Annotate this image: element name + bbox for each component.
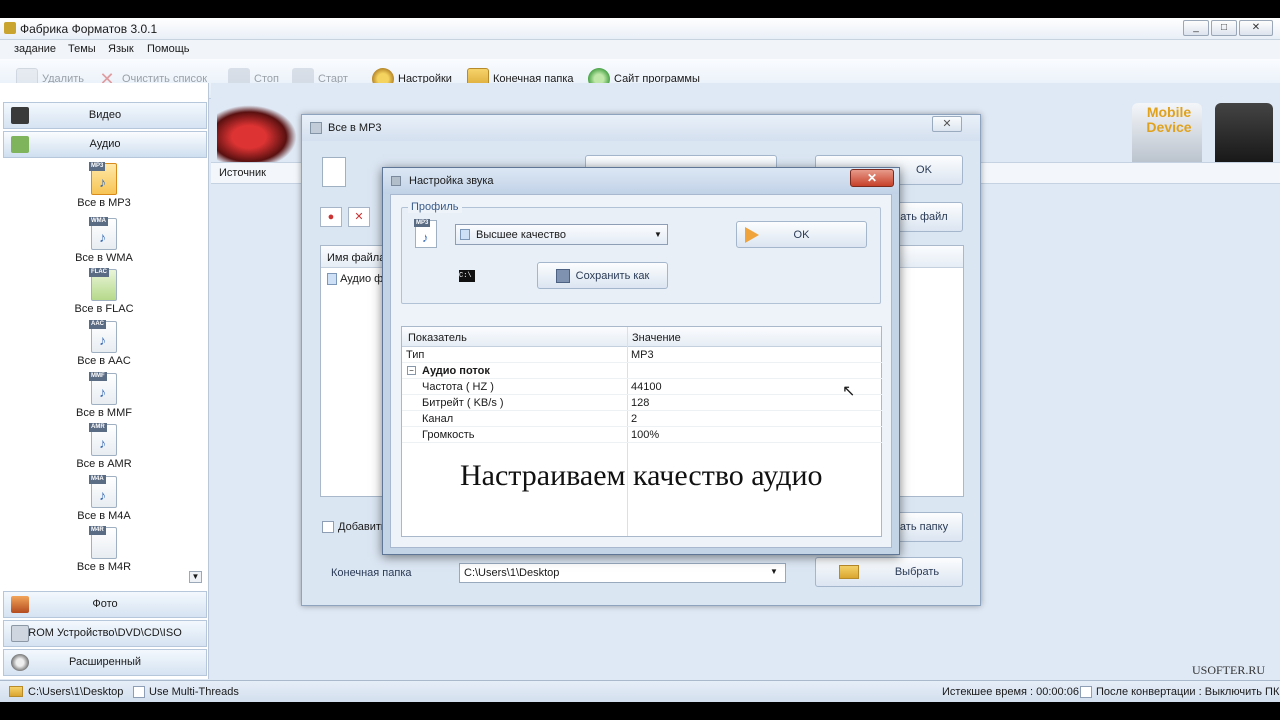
format-mp3[interactable]: MP3 ♪ Все в MP3 bbox=[62, 162, 146, 209]
gear-advanced-icon bbox=[11, 654, 29, 671]
category-advanced[interactable]: Расширенный bbox=[3, 649, 207, 676]
collapse-icon[interactable]: − bbox=[407, 366, 416, 375]
video-caption: Настраиваем качество аудио bbox=[460, 459, 823, 492]
menu-language[interactable]: Язык bbox=[108, 43, 134, 55]
format-mmf[interactable]: MMF ♪ Все в MMF bbox=[62, 372, 146, 419]
mobile-device-label: Mobile Device bbox=[1146, 104, 1192, 135]
browse-button[interactable]: Выбрать bbox=[815, 557, 963, 587]
format-wma[interactable]: WMA ♪ Все в WMA bbox=[62, 217, 146, 264]
letterbox-bottom bbox=[0, 702, 1280, 720]
menu-themes[interactable]: Темы bbox=[68, 43, 96, 55]
save-icon bbox=[555, 268, 570, 283]
property-row-volume[interactable]: Громкость 100% bbox=[402, 427, 882, 443]
profile-label: Профиль bbox=[408, 201, 462, 213]
m4r-file-icon: M4R bbox=[89, 526, 117, 559]
category-rom[interactable]: ROM Устройство\DVD\CD\ISO bbox=[3, 620, 207, 647]
mp3-profile-icon: MP3 ♪ bbox=[414, 219, 437, 248]
format-amr[interactable]: AMR ♪ Все в AMR bbox=[62, 423, 146, 470]
format-m4r[interactable]: M4R Все в M4R bbox=[62, 526, 146, 573]
sound-ok-button[interactable]: OK bbox=[736, 221, 867, 248]
format-flac[interactable]: FLAC Все в FLAC bbox=[62, 268, 146, 315]
property-grid-header: Показатель Значение bbox=[402, 327, 881, 347]
profile-file-icon bbox=[460, 229, 470, 240]
category-video[interactable]: Видео bbox=[3, 102, 207, 129]
property-group-audio-stream[interactable]: − Аудио поток bbox=[402, 363, 882, 379]
output-folder-select[interactable]: C:\Users\1\Desktop ▼ bbox=[459, 563, 786, 583]
chevron-down-icon: ▼ bbox=[770, 567, 778, 576]
amr-file-icon: AMR ♪ bbox=[89, 423, 117, 456]
maximize-button[interactable]: □ bbox=[1211, 20, 1237, 36]
status-bar: C:\Users\1\Desktop Use Multi-Threads Ист… bbox=[0, 680, 1280, 702]
menu-help[interactable]: Помощь bbox=[147, 43, 190, 55]
property-grid: Показатель Значение Тип MP3 − Аудио пото… bbox=[401, 326, 882, 537]
photo-icon bbox=[11, 596, 29, 613]
multithreads-label: Use Multi-Threads bbox=[149, 686, 239, 698]
clear-files-icon[interactable]: ✕ bbox=[348, 207, 370, 227]
chevron-down-icon: ▼ bbox=[654, 230, 662, 239]
app-icon bbox=[4, 22, 16, 34]
save-as-button[interactable]: Сохранить как bbox=[537, 262, 668, 289]
file-row[interactable]: Аудио ф bbox=[327, 273, 383, 286]
multithreads-checkbox[interactable] bbox=[133, 686, 145, 698]
sound-dialog-icon bbox=[391, 176, 401, 186]
elapsed-time: Истекшее время : 00:00:06 bbox=[942, 686, 1079, 698]
mp3-file-icon: MP3 ♪ bbox=[89, 162, 117, 195]
flac-file-icon: FLAC bbox=[89, 268, 117, 301]
format-m4a[interactable]: M4A ♪ Все в M4A bbox=[62, 475, 146, 522]
close-button[interactable]: ✕ bbox=[1239, 20, 1273, 36]
property-row-bitrate[interactable]: Битрейт ( KB/s ) 128 bbox=[402, 395, 882, 411]
after-conversion-label: После конвертации : Выключить ПК bbox=[1096, 686, 1280, 698]
app-title: Фабрика Форматов 3.0.1 bbox=[20, 22, 158, 36]
mp3-format-icon bbox=[322, 157, 346, 187]
category-audio[interactable]: Аудио bbox=[3, 131, 207, 158]
mmf-file-icon: MMF ♪ bbox=[89, 372, 117, 405]
music-icon bbox=[11, 136, 29, 153]
m4a-file-icon: M4A ♪ bbox=[89, 475, 117, 508]
sound-dialog-body: Профиль MP3 ♪ Высшее качество ▼ OK C:\ С… bbox=[390, 194, 892, 548]
audio-file-icon bbox=[327, 273, 337, 286]
wma-file-icon: WMA ♪ bbox=[89, 217, 117, 250]
shutdown-checkbox[interactable] bbox=[1080, 686, 1092, 698]
dialog-icon bbox=[310, 122, 322, 134]
arrow-right-icon bbox=[745, 227, 759, 243]
property-row-type[interactable]: Тип MP3 bbox=[402, 347, 882, 363]
menu-bar: задание Темы Язык Помощь bbox=[0, 40, 1280, 59]
add-checkbox[interactable] bbox=[322, 521, 334, 533]
sound-dialog-close-button[interactable]: ✕ bbox=[850, 169, 894, 187]
mp3-dialog-close-button[interactable]: ✕ bbox=[932, 116, 962, 132]
status-folder-icon bbox=[9, 686, 23, 697]
command-prompt-icon[interactable]: C:\ bbox=[459, 270, 475, 282]
aac-file-icon: AAC ♪ bbox=[89, 320, 117, 353]
add-checkbox-label: Добавить bbox=[338, 521, 387, 533]
film-icon bbox=[11, 107, 29, 124]
minimize-button[interactable]: _ bbox=[1183, 20, 1209, 36]
title-bar: Фабрика Форматов 3.0.1 _ □ ✕ bbox=[0, 18, 1280, 40]
left-panel: Видео Аудио MP3 ♪ Все в MP3 WMA ♪ Все в WM… bbox=[0, 83, 209, 679]
folder-browse-icon bbox=[838, 565, 859, 579]
watermark: USOFTER.RU bbox=[1192, 663, 1266, 677]
property-row-channel[interactable]: Канал 2 bbox=[402, 411, 882, 427]
mp3-dialog-header: Все в MP3 ✕ bbox=[302, 115, 980, 141]
property-row-frequency[interactable]: Частота ( HZ ) 44100 bbox=[402, 379, 882, 395]
output-folder-label: Конечная папка bbox=[331, 567, 412, 579]
disc-drive-icon bbox=[11, 625, 29, 642]
scroll-down-button[interactable]: ▼ bbox=[189, 571, 202, 583]
menu-task[interactable]: задание bbox=[14, 43, 56, 55]
sound-settings-dialog: Настройка звука ✕ Профиль MP3 ♪ Высшее к… bbox=[382, 167, 900, 555]
mouse-cursor: ↖ bbox=[842, 383, 856, 400]
status-path[interactable]: C:\Users\1\Desktop bbox=[28, 686, 123, 698]
format-aac[interactable]: AAC ♪ Все в AAC bbox=[62, 320, 146, 367]
sound-dialog-header: Настройка звука ✕ bbox=[383, 168, 899, 194]
profile-select[interactable]: Высшее качество ▼ bbox=[455, 224, 668, 245]
camera-icon bbox=[217, 105, 297, 163]
remove-file-icon[interactable]: ● bbox=[320, 207, 342, 227]
category-photo[interactable]: Фото bbox=[3, 591, 207, 618]
